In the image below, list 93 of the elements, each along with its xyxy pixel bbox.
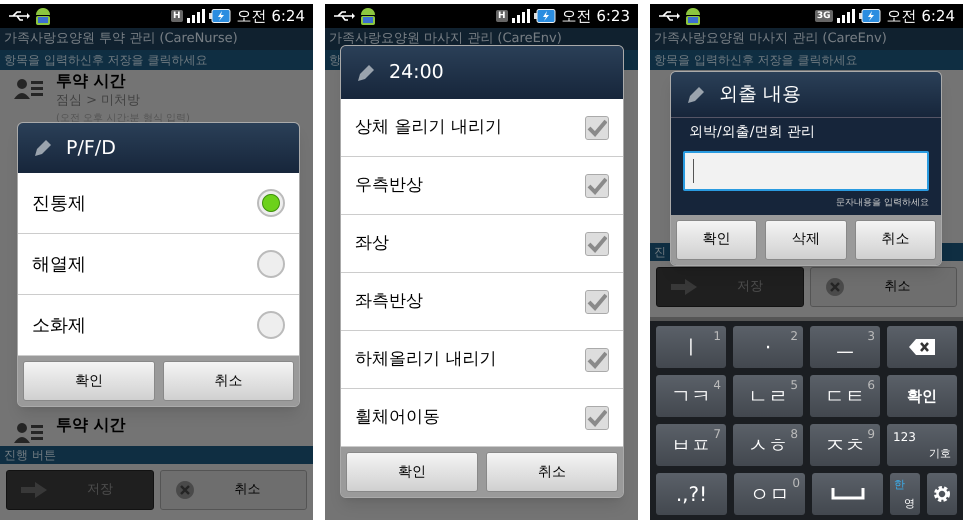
field-label: 외박/외출/면회 관리 (688, 123, 816, 142)
usb-icon (333, 10, 355, 22)
close-icon (174, 480, 194, 500)
radio-button[interactable] (257, 250, 285, 278)
arrow-icon (21, 482, 47, 498)
checklist-option[interactable]: 상체 올리기 내리기 (341, 99, 623, 157)
checkbox[interactable] (585, 116, 609, 140)
check-icon (587, 350, 607, 368)
android-icon (684, 6, 702, 26)
network-icon: 3G (814, 10, 833, 22)
language-key[interactable]: 한 영 (890, 473, 920, 515)
check-icon (587, 292, 607, 310)
backspace-key[interactable] (887, 326, 957, 368)
settings-icon (933, 485, 951, 503)
text-field[interactable] (683, 151, 929, 191)
network-icon: H (496, 10, 508, 22)
helper-text: 문자내용을 입력하세요 (836, 197, 929, 210)
key[interactable]: · 2 (733, 326, 803, 368)
radio-option[interactable]: 해열제 (18, 234, 299, 295)
network-icon: H (171, 10, 183, 22)
android-icon (359, 6, 377, 26)
checkbox[interactable] (585, 290, 609, 314)
battery-charging-icon (858, 9, 881, 23)
key[interactable]: ㅡ 3 (810, 326, 880, 368)
checklist-option[interactable]: 하체올리기 내리기 (341, 331, 623, 389)
key-number: 3 (867, 328, 875, 345)
item-title: 투약 시간 (56, 415, 126, 435)
dialog-button[interactable]: 취소 (854, 220, 936, 260)
dialog-button[interactable]: 확인 (676, 220, 758, 260)
dialog-button[interactable]: 취소 (162, 361, 294, 401)
key[interactable]: .,?! (656, 473, 727, 515)
battery-charging-icon (534, 9, 556, 23)
usb-icon (658, 10, 680, 22)
clock: 오전 6:24 (886, 6, 955, 27)
app-title-bar: 가족사랑요양원 마사지 관리 (CareEnv) (650, 28, 963, 50)
key-number: 4 (713, 377, 721, 394)
dialog-button[interactable]: 확인 (23, 361, 154, 401)
check-icon (587, 176, 607, 194)
checkbox[interactable] (585, 232, 609, 256)
dialog-button[interactable]: 삭제 (765, 220, 847, 260)
backspace-icon (909, 339, 935, 355)
signal-icon (512, 9, 530, 23)
instruction-bar: 항목을 입력하신후 저장을 클릭하세요 (0, 50, 313, 70)
radio-option[interactable]: 진통제 (18, 173, 299, 234)
item-title: 투약 시간 (56, 71, 127, 91)
radio-option[interactable]: 소화제 (18, 295, 299, 356)
list-icon (14, 77, 44, 101)
arrow-icon (671, 279, 697, 295)
signal-icon (186, 9, 205, 23)
instruction-bar: 항목을 입력하신후 저장을 클릭하세요 (650, 50, 963, 70)
close-icon (824, 277, 844, 297)
checklist-option[interactable]: 좌측반상 (341, 273, 623, 331)
settings-key[interactable] (927, 473, 957, 515)
dialog-title: 외출 내용 (719, 82, 802, 108)
android-icon (34, 6, 52, 26)
key-number: 0 (792, 475, 800, 492)
list-icon (14, 421, 44, 445)
radio-button[interactable] (257, 311, 285, 339)
clock: 오전 6:24 (236, 6, 305, 27)
checkbox[interactable] (585, 406, 609, 430)
section-label: 진행 버튼 (0, 446, 313, 464)
key-number: 2 (790, 328, 798, 345)
checkbox[interactable] (585, 348, 609, 372)
key-number: 9 (867, 426, 875, 443)
checklist-option[interactable]: 휠체어이동 (341, 389, 623, 447)
cancel-button[interactable]: 취소 (160, 470, 307, 510)
checkbox[interactable] (585, 174, 609, 198)
cancel-button[interactable]: 취소 (810, 267, 957, 307)
key-number: 6 (867, 377, 875, 394)
checklist-option[interactable]: 우측반상 (341, 157, 623, 215)
battery-charging-icon (208, 9, 231, 23)
dialog-button[interactable]: 확인 (346, 452, 478, 492)
symbols-key[interactable]: 123 기호 (887, 424, 957, 466)
key[interactable]: ㅣ 1 (656, 326, 726, 368)
usb-icon (8, 10, 30, 22)
check-icon (587, 234, 607, 252)
pencil-icon (32, 137, 54, 159)
signal-icon (836, 9, 855, 23)
checklist-option[interactable]: 좌상 (341, 215, 623, 273)
dialog-title: P/F/D (66, 136, 116, 161)
key-number: 1 (713, 328, 721, 345)
clock: 오전 6:23 (562, 6, 630, 27)
check-icon (587, 408, 607, 426)
dialog-button[interactable]: 취소 (486, 452, 618, 492)
key-number: 5 (790, 377, 798, 394)
enter-key[interactable]: 확인 (887, 375, 957, 417)
key-number: 8 (790, 426, 798, 443)
space-key[interactable] (812, 473, 883, 515)
check-icon (587, 118, 607, 136)
key-number: 7 (713, 426, 721, 443)
app-title-bar: 가족사랑요양원 투약 관리 (CareNurse) (0, 28, 313, 50)
space-icon (830, 488, 864, 500)
radio-button[interactable] (257, 189, 285, 217)
